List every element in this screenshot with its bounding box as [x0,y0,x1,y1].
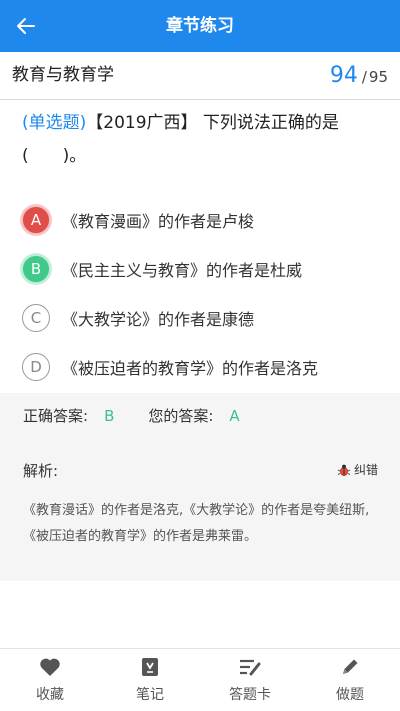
option-a-text: 《教育漫画》的作者是卢梭 [62,211,255,231]
nav-practice-label: 做题 [336,687,364,703]
nav-answer-card-label: 答题卡 [229,687,271,703]
page-title: 章节练习 [166,16,234,36]
option-a[interactable]: A 《教育漫画》的作者是卢梭 [22,195,382,244]
your-answer-label: 您的答案: [148,407,214,425]
analysis-panel: 正确答案: B 您的答案: A 解析: 纠错 《教育漫话》的作者是洛克,《大教学论》的… [0,393,400,581]
question-text: 【2019广西】 下列说法正确的是 [86,113,339,133]
option-list: A 《教育漫画》的作者是卢梭 B 《民主主义与教育》的作者是杜威 C 《大教学论… [22,195,382,391]
option-c-badge: C [22,303,50,332]
your-answer-value: A [229,407,240,425]
report-error-button[interactable]: 纠错 [337,461,378,478]
question-type: (单选题) [22,113,87,133]
nav-favorite-label: 收藏 [36,687,64,703]
bug-icon [337,463,351,477]
question-counter: 94/95 [330,52,388,101]
question-blank: ( )。 [22,146,87,166]
option-c-text: 《大教学论》的作者是康德 [62,309,255,329]
nav-practice[interactable]: 做题 [300,649,400,711]
option-b-text: 《民主主义与教育》的作者是杜威 [62,260,303,280]
section-header: 教育与教育学 94/95 [0,52,400,100]
current-question-number: 94 [329,63,358,88]
analysis-text: 《教育漫话》的作者是洛克,《大教学论》的作者是夸美纽斯,《被压迫者的教育学》的作… [23,503,370,544]
nav-notes-label: 笔记 [136,687,164,703]
option-b[interactable]: B 《民主主义与教育》的作者是杜威 [22,244,382,293]
option-d[interactable]: D 《被压迫者的教育学》的作者是洛克 [22,342,382,391]
question-stem: (单选题)【2019广西】 下列说法正确的是 ( )。 [22,107,384,173]
nav-answer-card[interactable]: 答题卡 [200,649,300,711]
notebook-icon [141,656,159,678]
answer-summary: 正确答案: B 您的答案: A [23,405,240,426]
pencil-icon [340,656,360,678]
report-error-label: 纠错 [353,463,378,477]
total-question-number: 95 [368,68,388,86]
option-d-text: 《被压迫者的教育学》的作者是洛克 [62,358,319,378]
analysis-label: 解析: [23,462,59,480]
nav-notes[interactable]: 笔记 [100,649,200,711]
option-b-badge: B [22,254,50,283]
section-title: 教育与教育学 [12,65,114,85]
option-c[interactable]: C 《大教学论》的作者是康德 [22,293,382,342]
option-a-badge: A [22,205,50,234]
correct-answer-value: B [104,407,115,425]
answer-card-icon [238,656,262,678]
bottom-nav: 收藏 笔记 答题卡 做题 [0,648,400,711]
correct-answer-label: 正确答案: [23,407,89,425]
option-d-badge: D [22,352,50,381]
counter-separator: / [361,68,367,86]
heart-icon [39,656,61,678]
nav-favorite[interactable]: 收藏 [0,649,100,711]
top-bar: 章节练习 [0,0,400,52]
